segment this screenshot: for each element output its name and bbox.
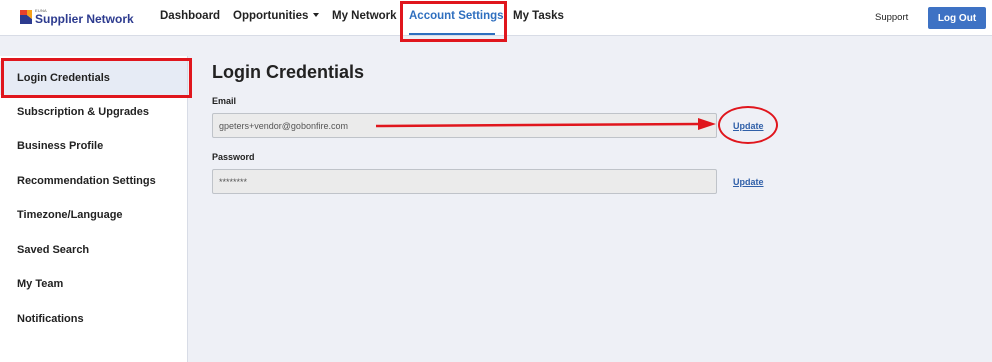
nav-opportunities[interactable]: Opportunities bbox=[233, 10, 320, 22]
email-label: Email bbox=[212, 96, 237, 106]
email-field[interactable] bbox=[212, 113, 717, 138]
nav-dashboard[interactable]: Dashboard bbox=[160, 10, 220, 22]
brand-logo[interactable]: EUNA Supplier Network bbox=[20, 8, 135, 28]
update-password-link[interactable]: Update bbox=[733, 177, 764, 187]
nav-my-network[interactable]: My Network bbox=[332, 10, 397, 22]
log-out-button[interactable]: Log Out bbox=[928, 7, 986, 29]
sidebar-item-subscription-upgrades[interactable]: Subscription & Upgrades bbox=[0, 95, 187, 129]
chevron-down-icon bbox=[313, 12, 320, 17]
logo-mark-icon bbox=[20, 10, 32, 24]
sidebar-item-business-profile[interactable]: Business Profile bbox=[0, 129, 187, 163]
settings-sidebar: Login Credentials Subscription & Upgrade… bbox=[0, 56, 188, 362]
annotation-highlight-account-settings bbox=[400, 1, 507, 42]
logo-product-name: Supplier Network bbox=[35, 12, 134, 26]
sidebar-item-my-team[interactable]: My Team bbox=[0, 267, 187, 301]
password-label: Password bbox=[212, 152, 255, 162]
sidebar-item-notifications[interactable]: Notifications bbox=[0, 302, 187, 336]
page-title: Login Credentials bbox=[212, 62, 365, 82]
nav-my-tasks[interactable]: My Tasks bbox=[513, 10, 564, 22]
sidebar-item-recommendation-settings[interactable]: Recommendation Settings bbox=[0, 164, 187, 198]
nav-opportunities-label: Opportunities bbox=[233, 10, 309, 22]
password-field[interactable] bbox=[212, 169, 717, 194]
annotation-highlight-login-credentials bbox=[1, 58, 192, 98]
annotation-circle-update bbox=[718, 106, 778, 144]
sidebar-item-saved-search[interactable]: Saved Search bbox=[0, 233, 187, 267]
support-link[interactable]: Support bbox=[875, 12, 908, 23]
sidebar-item-timezone-language[interactable]: Timezone/Language bbox=[0, 198, 187, 232]
